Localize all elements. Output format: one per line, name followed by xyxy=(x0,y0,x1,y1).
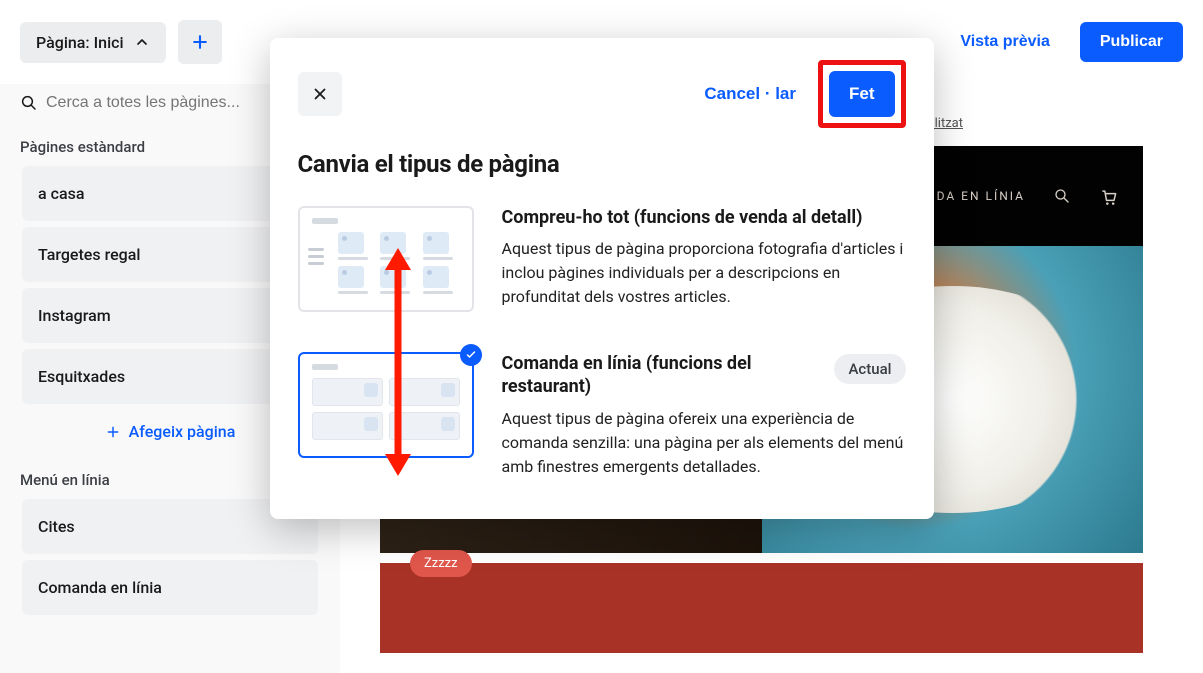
add-page-button[interactable] xyxy=(178,20,222,64)
sidebar-item-online-order[interactable]: Comanda en línia xyxy=(22,560,318,615)
option-online-order[interactable]: Comanda en línia (funcions del restauran… xyxy=(298,352,906,479)
topbar-left: Pàgina: Inici xyxy=(20,20,222,64)
done-button[interactable]: Fet xyxy=(829,71,895,117)
chevron-up-icon xyxy=(134,34,150,50)
publish-button[interactable]: Publicar xyxy=(1080,22,1183,62)
close-button[interactable] xyxy=(298,72,342,116)
option-shop-all-body: Compreu-ho tot (funcions de venda al det… xyxy=(502,206,906,309)
topbar-right: Vista prèvia Publicar xyxy=(942,22,1183,62)
plus-icon xyxy=(190,32,210,52)
option-shop-all-desc: Aquest tipus de pàgina proporciona fotog… xyxy=(502,237,906,309)
option-online-order-thumb xyxy=(298,352,474,458)
plus-icon xyxy=(105,424,121,440)
modal-title: Canvia el tipus de pàgina xyxy=(298,150,906,178)
option-online-order-desc: Aquest tipus de pàgina ofereix una exper… xyxy=(502,407,906,479)
cart-icon[interactable] xyxy=(1099,187,1117,205)
modal: Cancel · lar Fet Canvia el tipus de pàgi… xyxy=(270,38,934,519)
done-highlight: Fet xyxy=(818,60,906,128)
modal-header: Cancel · lar Fet xyxy=(298,60,906,128)
option-online-order-title: Comanda en línia (funcions del restauran… xyxy=(502,352,821,399)
close-icon xyxy=(311,85,329,103)
current-tag: Actual xyxy=(834,354,905,384)
search-icon[interactable] xyxy=(1053,187,1071,205)
add-page-label: Afegeix pàgina xyxy=(129,422,236,441)
check-icon xyxy=(460,344,482,366)
search-icon xyxy=(20,94,38,112)
page-selector[interactable]: Pàgina: Inici xyxy=(20,22,166,63)
option-shop-all-thumb xyxy=(298,206,474,312)
nav-item-online-order[interactable]: DA EN LÍNIA xyxy=(937,189,1025,203)
modal-actions: Cancel · lar Fet xyxy=(698,60,905,128)
option-shop-all-title: Compreu-ho tot (funcions de venda al det… xyxy=(502,206,906,229)
status-badge: Zzzzz xyxy=(410,550,472,577)
preview-button[interactable]: Vista prèvia xyxy=(942,22,1068,62)
option-shop-all[interactable]: Compreu-ho tot (funcions de venda al det… xyxy=(298,206,906,312)
option-online-order-body: Comanda en línia (funcions del restauran… xyxy=(502,352,906,479)
page-selector-label: Pàgina: Inici xyxy=(36,33,124,52)
banner-bottom xyxy=(380,563,1143,653)
cancel-button[interactable]: Cancel · lar xyxy=(698,74,802,114)
